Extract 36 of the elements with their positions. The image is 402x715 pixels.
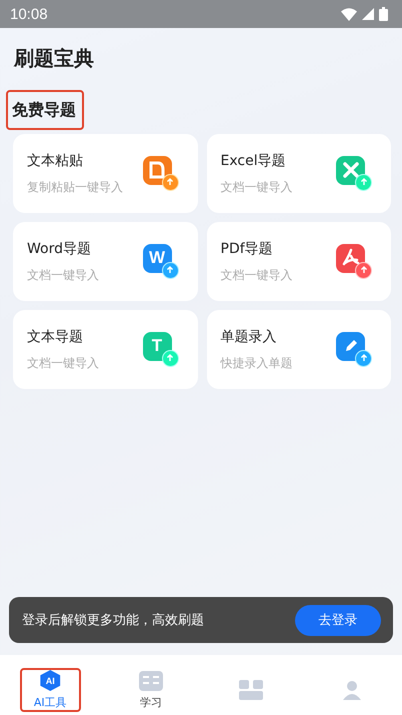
book-icon[interactable]: [138, 670, 163, 690]
import-card[interactable]: 文本导题 文档一键导入 T: [13, 310, 198, 389]
grid-icon[interactable]: [239, 680, 264, 700]
card-title: Word导题: [27, 240, 92, 258]
import-card[interactable]: Word导题 文档一键导入 W: [13, 222, 198, 301]
tab-label[interactable]: 学习: [140, 694, 162, 710]
person-icon[interactable]: [342, 680, 362, 700]
card-subtitle: 文档一键导入: [220, 178, 292, 196]
login-message: 登录后解锁更多功能，高效刷题: [22, 612, 204, 629]
edit-upload-icon: [336, 332, 373, 368]
paste-upload-icon: [142, 156, 180, 192]
card-title: 单题录入: [220, 328, 278, 346]
card-subtitle: 复制粘贴一键导入: [27, 178, 123, 196]
card-title: Excel导题: [220, 152, 287, 170]
card-subtitle: 文档一键导入: [27, 266, 99, 284]
import-card[interactable]: 单题录入 快捷录入单题: [206, 310, 391, 389]
card-title: PDf导题: [220, 240, 274, 258]
pdf-upload-icon: [336, 244, 373, 280]
import-card[interactable]: 文本粘贴 复制粘贴一键导入: [13, 134, 198, 213]
status-time: 10:08: [10, 6, 48, 22]
section-title: 免费导题: [12, 100, 76, 119]
signal-icon: [362, 8, 374, 20]
login-button[interactable]: 去登录: [295, 604, 381, 636]
card-title: 文本导题: [27, 328, 84, 346]
ai-icon[interactable]: AI: [39, 670, 62, 691]
tab-label[interactable]: AI工具: [34, 695, 67, 710]
wifi-icon: [341, 8, 357, 20]
excel-upload-icon: [336, 156, 373, 192]
card-title: 文本粘贴: [27, 152, 84, 170]
import-card[interactable]: PDf导题 文档一键导入: [206, 222, 391, 301]
import-card[interactable]: Excel导题 文档一键导入: [206, 134, 391, 213]
card-subtitle: 文档一键导入: [27, 354, 99, 372]
battery-icon: [379, 7, 388, 21]
card-subtitle: 快捷录入单题: [220, 354, 292, 372]
app-title: 刷题宝典: [14, 45, 95, 72]
card-subtitle: 文档一键导入: [220, 266, 292, 284]
